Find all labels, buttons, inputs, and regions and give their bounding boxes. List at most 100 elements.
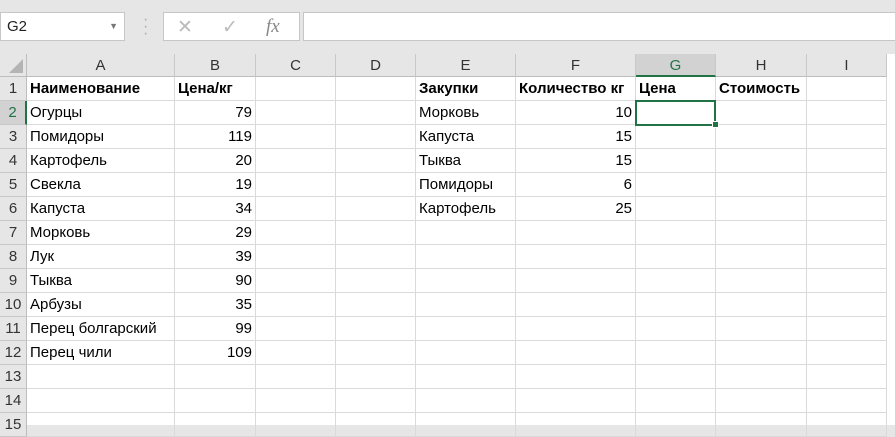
cell-F3[interactable]: 15 (516, 125, 636, 149)
cell-I9[interactable] (807, 269, 887, 293)
cell-B12[interactable]: 109 (175, 341, 256, 365)
cell-H6[interactable] (716, 197, 807, 221)
cell-F9[interactable] (516, 269, 636, 293)
cell-I12[interactable] (807, 341, 887, 365)
row-header-1[interactable]: 1 (0, 77, 27, 101)
cell-I4[interactable] (807, 149, 887, 173)
column-header-E[interactable]: E (416, 54, 516, 77)
cell-H14[interactable] (716, 389, 807, 413)
cell-D12[interactable] (336, 341, 416, 365)
cell-D11[interactable] (336, 317, 416, 341)
cell-D10[interactable] (336, 293, 416, 317)
cell-C1[interactable] (256, 77, 336, 101)
cell-I14[interactable] (807, 389, 887, 413)
cell-D3[interactable] (336, 125, 416, 149)
cell-A7[interactable]: Морковь (27, 221, 175, 245)
cell-G14[interactable] (636, 389, 716, 413)
cell-A4[interactable]: Картофель (27, 149, 175, 173)
row-header-15[interactable]: 15 (0, 413, 27, 437)
row-header-12[interactable]: 12 (0, 341, 27, 365)
cell-E4[interactable]: Тыква (416, 149, 516, 173)
cell-G11[interactable] (636, 317, 716, 341)
row-header-6[interactable]: 6 (0, 197, 27, 221)
cell-A12[interactable]: Перец чили (27, 341, 175, 365)
cell-G1[interactable]: Цена (636, 77, 716, 101)
cell-F1[interactable]: Количество кг (516, 77, 636, 101)
cell-G8[interactable] (636, 245, 716, 269)
cell-F11[interactable] (516, 317, 636, 341)
cell-E11[interactable] (416, 317, 516, 341)
cell-E13[interactable] (416, 365, 516, 389)
cell-E9[interactable] (416, 269, 516, 293)
cell-H8[interactable] (716, 245, 807, 269)
cell-A2[interactable]: Огурцы (27, 101, 175, 125)
cell-F6[interactable]: 25 (516, 197, 636, 221)
cell-E8[interactable] (416, 245, 516, 269)
cell-E2[interactable]: Морковь (416, 101, 516, 125)
cell-A5[interactable]: Свекла (27, 173, 175, 197)
cell-A11[interactable]: Перец болгарский (27, 317, 175, 341)
cell-H15[interactable] (716, 413, 807, 437)
cell-D6[interactable] (336, 197, 416, 221)
column-header-F[interactable]: F (516, 54, 636, 77)
cancel-icon[interactable]: ✕ (177, 16, 193, 39)
cell-E7[interactable] (416, 221, 516, 245)
cell-C7[interactable] (256, 221, 336, 245)
cell-I6[interactable] (807, 197, 887, 221)
cell-G4[interactable] (636, 149, 716, 173)
cell-B6[interactable]: 34 (175, 197, 256, 221)
cell-B7[interactable]: 29 (175, 221, 256, 245)
cell-F12[interactable] (516, 341, 636, 365)
cell-D2[interactable] (336, 101, 416, 125)
cell-F2[interactable]: 10 (516, 101, 636, 125)
cell-C12[interactable] (256, 341, 336, 365)
cell-C14[interactable] (256, 389, 336, 413)
cell-F14[interactable] (516, 389, 636, 413)
cell-B14[interactable] (175, 389, 256, 413)
row-header-3[interactable]: 3 (0, 125, 27, 149)
cell-B1[interactable]: Цена/кг (175, 77, 256, 101)
cell-G7[interactable] (636, 221, 716, 245)
cell-C4[interactable] (256, 149, 336, 173)
cell-C11[interactable] (256, 317, 336, 341)
cell-H4[interactable] (716, 149, 807, 173)
cell-I11[interactable] (807, 317, 887, 341)
cell-D15[interactable] (336, 413, 416, 437)
column-header-D[interactable]: D (336, 54, 416, 77)
column-header-G[interactable]: G (636, 54, 716, 77)
cell-I7[interactable] (807, 221, 887, 245)
cell-H11[interactable] (716, 317, 807, 341)
cell-F5[interactable]: 6 (516, 173, 636, 197)
cell-I13[interactable] (807, 365, 887, 389)
cell-A13[interactable] (27, 365, 175, 389)
cell-C6[interactable] (256, 197, 336, 221)
cell-A8[interactable]: Лук (27, 245, 175, 269)
cell-C8[interactable] (256, 245, 336, 269)
select-all-button[interactable] (0, 54, 27, 77)
cell-H5[interactable] (716, 173, 807, 197)
cell-D13[interactable] (336, 365, 416, 389)
cell-A15[interactable] (27, 413, 175, 437)
cell-A9[interactable]: Тыква (27, 269, 175, 293)
row-header-8[interactable]: 8 (0, 245, 27, 269)
cell-B15[interactable] (175, 413, 256, 437)
cell-B10[interactable]: 35 (175, 293, 256, 317)
cell-F8[interactable] (516, 245, 636, 269)
column-header-I[interactable]: I (807, 54, 887, 77)
cell-D14[interactable] (336, 389, 416, 413)
cell-D5[interactable] (336, 173, 416, 197)
cell-B2[interactable]: 79 (175, 101, 256, 125)
cell-F10[interactable] (516, 293, 636, 317)
cell-A10[interactable]: Арбузы (27, 293, 175, 317)
cell-G9[interactable] (636, 269, 716, 293)
column-header-B[interactable]: B (175, 54, 256, 77)
cell-C13[interactable] (256, 365, 336, 389)
row-header-5[interactable]: 5 (0, 173, 27, 197)
drag-handle-icon[interactable]: · · · (143, 12, 148, 42)
cell-H2[interactable] (716, 101, 807, 125)
cell-F15[interactable] (516, 413, 636, 437)
cell-E14[interactable] (416, 389, 516, 413)
column-header-C[interactable]: C (256, 54, 336, 77)
cell-D4[interactable] (336, 149, 416, 173)
cell-H1[interactable]: Стоимость (716, 77, 807, 101)
